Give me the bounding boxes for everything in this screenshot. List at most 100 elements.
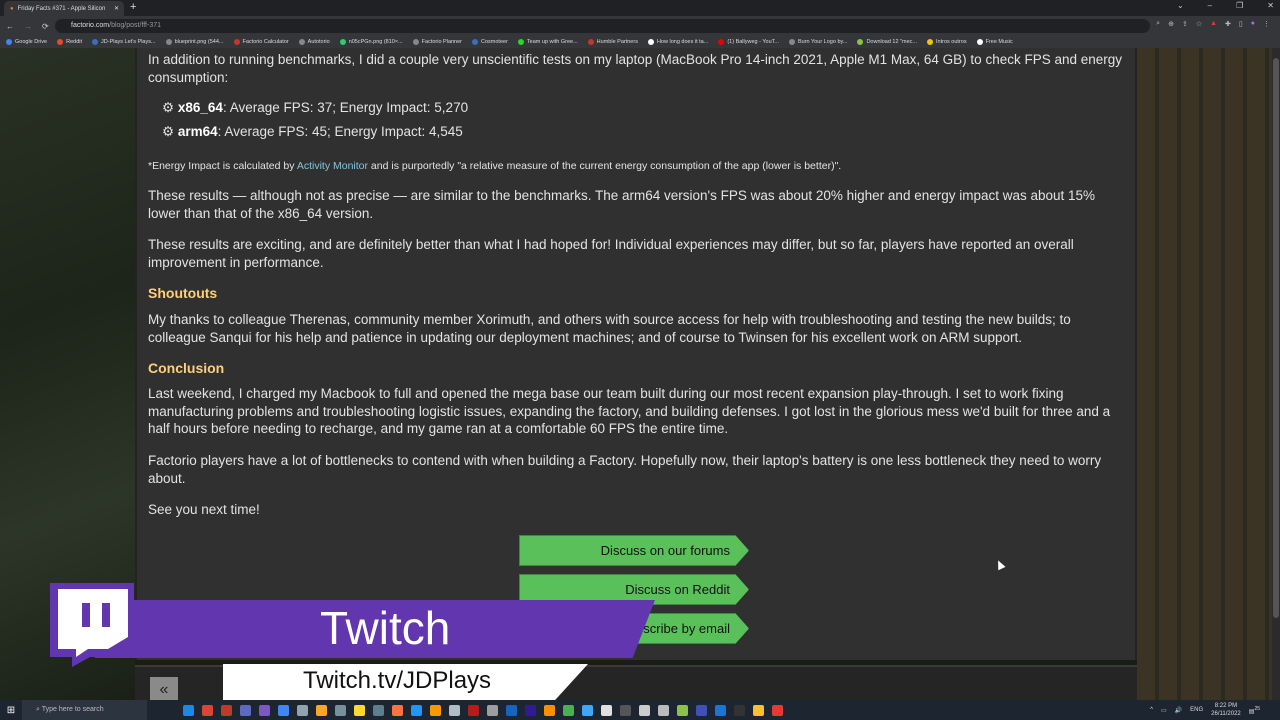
taskbar-app-icon[interactable] <box>487 704 498 716</box>
scrollbar-thumb[interactable] <box>1273 58 1279 618</box>
taskbar-app-icon[interactable] <box>639 704 650 716</box>
clock-date: 26/11/2022 <box>1211 711 1241 717</box>
taskbar-app-icon[interactable] <box>696 704 707 716</box>
activity-monitor-link[interactable]: Activity Monitor <box>297 160 368 172</box>
network-icon[interactable]: ▭ <box>1161 707 1167 714</box>
back-button[interactable]: « <box>150 677 178 702</box>
bookmark-item[interactable]: Reddit <box>57 39 82 45</box>
taskbar-app-icon[interactable] <box>240 704 251 716</box>
bookmark-item[interactable]: Intros outros <box>927 39 967 45</box>
taskbar-app-icon[interactable] <box>468 704 479 716</box>
volume-icon[interactable]: 🔊 <box>1175 707 1182 714</box>
bookmark-favicon-icon <box>976 39 983 45</box>
scrollbar[interactable] <box>1272 48 1280 700</box>
language-indicator[interactable]: ENG <box>1190 707 1203 713</box>
close-window-button[interactable]: ✕ <box>1267 1 1274 10</box>
bookmark-item[interactable]: How long does it ta... <box>647 39 709 45</box>
url-path: /blog/post/fff-371 <box>109 22 162 29</box>
reload-icon[interactable]: ⟳ <box>42 22 49 31</box>
bookmark-item[interactable]: JD-Plays Let's Plays... <box>92 39 156 45</box>
twitch-logo-icon <box>50 583 134 667</box>
extensions-puzzle-icon[interactable]: ✚ <box>1225 20 1231 28</box>
taskbar-app-icon[interactable] <box>715 704 726 716</box>
bookmark-item[interactable]: Burn Your Logo by... <box>789 39 847 45</box>
bookmark-item[interactable]: Cosmoteer <box>472 39 508 45</box>
taskbar-search-input[interactable]: ⌕ Type here to search <box>22 700 147 720</box>
clock[interactable]: 8:22 PM 26/11/2022 <box>1211 702 1241 718</box>
taskbar-app-icon[interactable] <box>772 704 783 716</box>
conclusion-heading: Conclusion <box>148 360 225 376</box>
note-text: *Energy Impact is calculated by <box>148 160 297 172</box>
bookmark-favicon-icon <box>92 39 99 45</box>
taskbar-app-icon[interactable] <box>221 704 232 716</box>
taskbar-app-icon[interactable] <box>601 704 612 716</box>
tray-chevron-icon[interactable]: ^ <box>1150 707 1153 713</box>
bookmark-favicon-icon <box>789 39 795 45</box>
sidebar-icon[interactable]: ▯ <box>1239 20 1243 28</box>
windows-start-icon[interactable]: ⊞ <box>0 705 22 716</box>
bookmark-favicon-icon <box>927 39 933 45</box>
bookmark-label: Google Drive <box>15 39 48 45</box>
minimize-button[interactable]: – <box>1208 1 1212 10</box>
share-icon[interactable]: ⇪ <box>1182 20 1188 28</box>
back-icon[interactable]: ← <box>6 22 14 31</box>
zoom-icon[interactable]: ⊕ <box>1168 20 1174 28</box>
taskbar-app-icon[interactable] <box>278 704 289 716</box>
browser-tab[interactable]: ● Friday Facts #371 - Apple Silicon ✕ <box>4 1 124 16</box>
bookmark-item[interactable]: Free Music <box>976 39 1013 45</box>
taskbar-app-icon[interactable] <box>658 704 669 716</box>
bookmark-item[interactable]: Download 12 "mec... <box>857 39 917 45</box>
bookmark-item[interactable]: Factorio Calculator <box>233 39 289 45</box>
taskbar-app-icon[interactable] <box>354 704 365 716</box>
bottleneck-paragraph: Factorio players have a lot of bottlenec… <box>148 453 1102 486</box>
taskbar-app-icon[interactable] <box>620 704 631 716</box>
bookmark-item[interactable]: Team up with Gree... <box>517 39 578 45</box>
taskbar-app-icon[interactable] <box>582 704 593 716</box>
taskbar-app-icon[interactable] <box>563 704 574 716</box>
bookmark-item[interactable]: Factorio Planner <box>412 39 462 45</box>
system-tray: ^ ▭ 🔊 ENG 8:22 PM 26/11/2022 ▤25 <box>1150 702 1260 718</box>
taskbar-app-icon[interactable] <box>335 704 346 716</box>
close-tab-icon[interactable]: ✕ <box>114 5 119 12</box>
taskbar-app-icon[interactable] <box>677 704 688 716</box>
taskbar-app-icon[interactable] <box>544 704 555 716</box>
taskbar-app-icon[interactable] <box>753 704 764 716</box>
article-panel: In addition to running benchmarks, I did… <box>135 48 1137 660</box>
star-icon[interactable]: ☆ <box>1196 20 1202 28</box>
search-icon[interactable]: ⌕ <box>1156 20 1160 28</box>
bookmark-item[interactable]: Humble Partners <box>587 39 638 45</box>
bookmark-favicon-icon <box>165 39 172 45</box>
bookmark-item[interactable]: (1) Ballyweg - YouT... <box>718 39 779 45</box>
taskbar-app-icon[interactable] <box>202 704 213 716</box>
menu-icon[interactable]: ⋮ <box>1263 20 1270 28</box>
notifications-icon[interactable]: ▤25 <box>1249 706 1260 715</box>
taskbar-app-icon[interactable] <box>525 704 536 716</box>
taskbar-app-icon[interactable] <box>734 704 745 716</box>
maximize-button[interactable]: ❐ <box>1236 1 1243 10</box>
taskbar-app-icon[interactable] <box>183 704 194 716</box>
bookmark-item[interactable]: Autotorio <box>298 39 330 45</box>
bookmark-item[interactable]: Google Drive <box>6 39 47 45</box>
bookmark-item[interactable]: blueprint.png (544... <box>165 39 224 45</box>
forward-icon[interactable]: → <box>24 22 32 31</box>
taskbar-app-icon[interactable] <box>392 704 403 716</box>
bookmark-label: Download 12 "mec... <box>866 39 917 45</box>
extension-icon[interactable]: ▲ <box>1210 20 1217 28</box>
taskbar-app-icon[interactable] <box>449 704 460 716</box>
bookmark-label: n05cPGn.png (810×... <box>348 39 403 45</box>
bookmark-item[interactable]: n05cPGn.png (810×... <box>339 39 403 45</box>
url-input[interactable]: factorio.com/blog/post/fff-371 <box>55 19 1150 33</box>
bookmark-label: How long does it ta... <box>656 39 709 45</box>
discuss-forums-button[interactable]: Discuss on our forums <box>519 535 749 566</box>
taskbar-app-icon[interactable] <box>297 704 308 716</box>
tab-search-icon[interactable]: ⌄ <box>1177 1 1184 10</box>
taskbar-app-icon[interactable] <box>316 704 327 716</box>
taskbar-app-icon[interactable] <box>430 704 441 716</box>
taskbar-app-icon[interactable] <box>259 704 270 716</box>
profile-avatar[interactable]: ● <box>1251 20 1255 28</box>
bullet-arm64: ⚙ arm64: Average FPS: 45; Energy Impact:… <box>162 124 463 140</box>
taskbar-app-icon[interactable] <box>411 704 422 716</box>
taskbar-app-icon[interactable] <box>373 704 384 716</box>
taskbar-app-icon[interactable] <box>506 704 517 716</box>
new-tab-button[interactable]: + <box>130 1 136 13</box>
